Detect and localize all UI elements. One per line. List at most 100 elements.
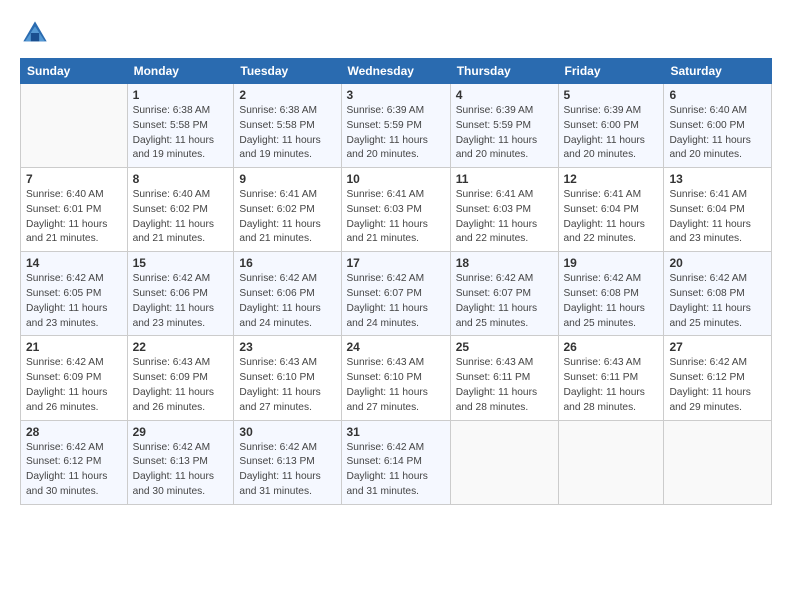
calendar-day-cell: 13 Sunrise: 6:41 AMSunset: 6:04 PMDayligh… [664, 168, 772, 252]
day-number: 1 [133, 88, 229, 102]
day-number: 27 [669, 340, 766, 354]
calendar-day-cell: 9 Sunrise: 6:41 AMSunset: 6:02 PMDaylight… [234, 168, 341, 252]
day-number: 19 [564, 256, 659, 270]
calendar-day-cell: 14Sunrise: 6:42 AMSunset: 6:05 PMDayligh… [21, 252, 128, 336]
day-number: 15 [133, 256, 229, 270]
day-info: Sunrise: 6:42 AMSunset: 6:08 PMDaylight:… [669, 272, 766, 331]
day-info: Sunrise: 6:42 AMSunset: 6:09 PMDaylight:… [26, 356, 122, 415]
day-number: 20 [669, 256, 766, 270]
day-number: 18 [456, 256, 553, 270]
day-info: Sunrise: 6:42 AMSunset: 6:12 PMDaylight:… [669, 356, 766, 415]
day-number: 2 [239, 88, 335, 102]
day-number: 17 [347, 256, 445, 270]
calendar-day-cell: 8 Sunrise: 6:40 AMSunset: 6:02 PMDaylight… [127, 168, 234, 252]
day-number: 4 [456, 88, 553, 102]
day-number: 3 [347, 88, 445, 102]
day-info: Sunrise: 6:40 AMSunset: 6:02 PMDaylight:… [133, 188, 229, 247]
day-number: 28 [26, 425, 122, 439]
day-info: Sunrise: 6:41 AMSunset: 6:02 PMDaylight:… [239, 188, 335, 247]
day-info: Sunrise: 6:40 AMSunset: 6:00 PMDaylight:… [669, 104, 766, 163]
day-info: Sunrise: 6:42 AMSunset: 6:06 PMDaylight:… [133, 272, 229, 331]
weekday-header: Wednesday [341, 59, 450, 84]
calendar-header-row: SundayMondayTuesdayWednesdayThursdayFrid… [21, 59, 772, 84]
day-number: 30 [239, 425, 335, 439]
page-container: SundayMondayTuesdayWednesdayThursdayFrid… [0, 0, 792, 517]
day-number: 25 [456, 340, 553, 354]
calendar-day-cell: 15 Sunrise: 6:42 AMSunset: 6:06 PMDayligh… [127, 252, 234, 336]
day-number: 11 [456, 172, 553, 186]
day-info: Sunrise: 6:40 AMSunset: 6:01 PMDaylight:… [26, 188, 122, 247]
calendar-day-cell [450, 420, 558, 504]
day-number: 16 [239, 256, 335, 270]
calendar-day-cell: 20 Sunrise: 6:42 AMSunset: 6:08 PMDayligh… [664, 252, 772, 336]
day-info: Sunrise: 6:41 AMSunset: 6:03 PMDaylight:… [347, 188, 445, 247]
day-number: 13 [669, 172, 766, 186]
weekday-header: Sunday [21, 59, 128, 84]
calendar-day-cell: 3 Sunrise: 6:39 AMSunset: 5:59 PMDaylight… [341, 84, 450, 168]
day-number: 22 [133, 340, 229, 354]
calendar-day-cell: 27 Sunrise: 6:42 AMSunset: 6:12 PMDayligh… [664, 336, 772, 420]
calendar-day-cell: 10 Sunrise: 6:41 AMSunset: 6:03 PMDayligh… [341, 168, 450, 252]
day-info: Sunrise: 6:41 AMSunset: 6:04 PMDaylight:… [564, 188, 659, 247]
day-info: Sunrise: 6:42 AMSunset: 6:07 PMDaylight:… [347, 272, 445, 331]
page-header [20, 18, 772, 48]
calendar-day-cell: 1 Sunrise: 6:38 AMSunset: 5:58 PMDaylight… [127, 84, 234, 168]
day-info: Sunrise: 6:42 AMSunset: 6:14 PMDaylight:… [347, 441, 445, 500]
calendar-table: SundayMondayTuesdayWednesdayThursdayFrid… [20, 58, 772, 505]
calendar-day-cell: 22 Sunrise: 6:43 AMSunset: 6:09 PMDayligh… [127, 336, 234, 420]
day-number: 7 [26, 172, 122, 186]
day-number: 29 [133, 425, 229, 439]
day-info: Sunrise: 6:41 AMSunset: 6:03 PMDaylight:… [456, 188, 553, 247]
day-info: Sunrise: 6:43 AMSunset: 6:10 PMDaylight:… [239, 356, 335, 415]
calendar-day-cell [664, 420, 772, 504]
day-info: Sunrise: 6:38 AMSunset: 5:58 PMDaylight:… [239, 104, 335, 163]
calendar-day-cell: 31 Sunrise: 6:42 AMSunset: 6:14 PMDayligh… [341, 420, 450, 504]
calendar-day-cell: 21 Sunrise: 6:42 AMSunset: 6:09 PMDayligh… [21, 336, 128, 420]
calendar-week-row: 7 Sunrise: 6:40 AMSunset: 6:01 PMDaylight… [21, 168, 772, 252]
day-info: Sunrise: 6:43 AMSunset: 6:11 PMDaylight:… [456, 356, 553, 415]
calendar-day-cell: 18Sunrise: 6:42 AMSunset: 6:07 PMDayligh… [450, 252, 558, 336]
day-number: 23 [239, 340, 335, 354]
calendar-day-cell [21, 84, 128, 168]
day-number: 10 [347, 172, 445, 186]
calendar-day-cell: 23 Sunrise: 6:43 AMSunset: 6:10 PMDayligh… [234, 336, 341, 420]
weekday-header: Monday [127, 59, 234, 84]
day-number: 8 [133, 172, 229, 186]
calendar-week-row: 1 Sunrise: 6:38 AMSunset: 5:58 PMDaylight… [21, 84, 772, 168]
day-number: 12 [564, 172, 659, 186]
day-number: 31 [347, 425, 445, 439]
day-info: Sunrise: 6:42 AMSunset: 6:13 PMDaylight:… [133, 441, 229, 500]
day-number: 6 [669, 88, 766, 102]
calendar-day-cell: 2 Sunrise: 6:38 AMSunset: 5:58 PMDaylight… [234, 84, 341, 168]
day-number: 26 [564, 340, 659, 354]
calendar-day-cell: 29 Sunrise: 6:42 AMSunset: 6:13 PMDayligh… [127, 420, 234, 504]
day-info: Sunrise: 6:42 AMSunset: 6:13 PMDaylight:… [239, 441, 335, 500]
day-number: 14 [26, 256, 122, 270]
day-info: Sunrise: 6:41 AMSunset: 6:04 PMDaylight:… [669, 188, 766, 247]
day-info: Sunrise: 6:39 AMSunset: 5:59 PMDaylight:… [347, 104, 445, 163]
day-number: 21 [26, 340, 122, 354]
day-number: 24 [347, 340, 445, 354]
calendar-day-cell: 12 Sunrise: 6:41 AMSunset: 6:04 PMDayligh… [558, 168, 664, 252]
calendar-day-cell: 30 Sunrise: 6:42 AMSunset: 6:13 PMDayligh… [234, 420, 341, 504]
calendar-day-cell: 26 Sunrise: 6:43 AMSunset: 6:11 PMDayligh… [558, 336, 664, 420]
day-info: Sunrise: 6:42 AMSunset: 6:06 PMDaylight:… [239, 272, 335, 331]
weekday-header: Tuesday [234, 59, 341, 84]
calendar-day-cell: 6 Sunrise: 6:40 AMSunset: 6:00 PMDaylight… [664, 84, 772, 168]
weekday-header: Saturday [664, 59, 772, 84]
day-info: Sunrise: 6:38 AMSunset: 5:58 PMDaylight:… [133, 104, 229, 163]
calendar-day-cell: 28Sunrise: 6:42 AMSunset: 6:12 PMDayligh… [21, 420, 128, 504]
day-info: Sunrise: 6:43 AMSunset: 6:09 PMDaylight:… [133, 356, 229, 415]
calendar-week-row: 21 Sunrise: 6:42 AMSunset: 6:09 PMDayligh… [21, 336, 772, 420]
day-number: 9 [239, 172, 335, 186]
logo-icon [20, 18, 50, 48]
day-info: Sunrise: 6:43 AMSunset: 6:11 PMDaylight:… [564, 356, 659, 415]
logo [20, 18, 54, 48]
weekday-header: Friday [558, 59, 664, 84]
calendar-day-cell: 16 Sunrise: 6:42 AMSunset: 6:06 PMDayligh… [234, 252, 341, 336]
day-number: 5 [564, 88, 659, 102]
calendar-day-cell: 19Sunrise: 6:42 AMSunset: 6:08 PMDayligh… [558, 252, 664, 336]
weekday-header: Thursday [450, 59, 558, 84]
calendar-day-cell [558, 420, 664, 504]
day-info: Sunrise: 6:39 AMSunset: 6:00 PMDaylight:… [564, 104, 659, 163]
